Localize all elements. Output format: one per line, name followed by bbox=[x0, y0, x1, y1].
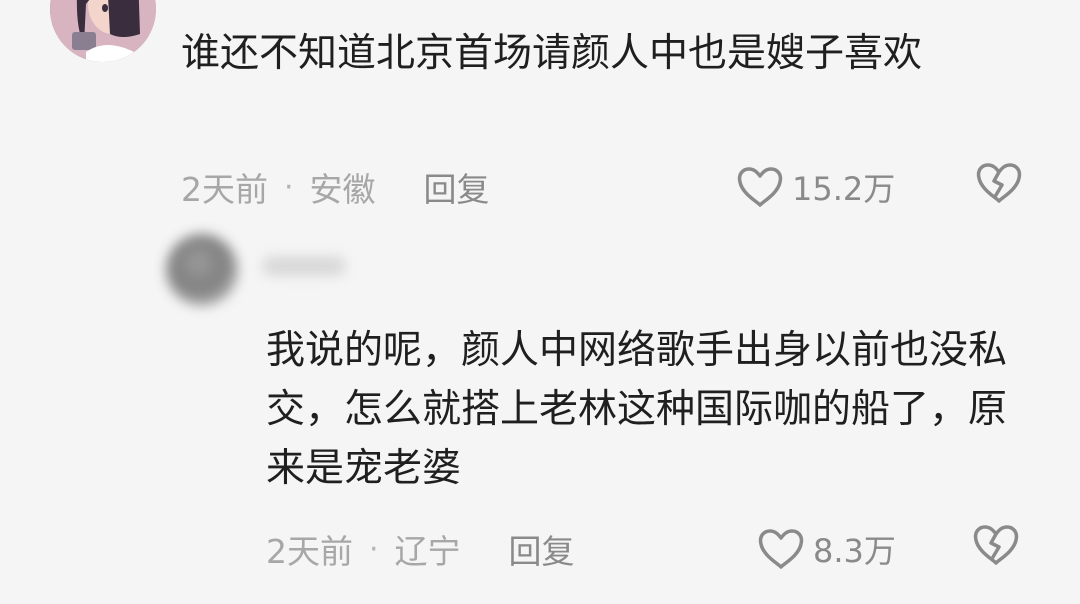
reply-text: 我说的呢，颜人中网络歌手出身以前也没私交，怎么就搭上老林这种国际咖的船了，原来是… bbox=[266, 328, 1008, 491]
reply-button[interactable]: 回复 bbox=[509, 525, 575, 573]
like-count: 15.2万 bbox=[792, 170, 896, 208]
comment-time: 2天前 bbox=[181, 170, 268, 209]
broken-heart-icon bbox=[973, 525, 1019, 565]
dislike-button[interactable] bbox=[973, 523, 1019, 575]
separator-dot: · bbox=[369, 531, 379, 567]
like-count: 8.3万 bbox=[813, 532, 896, 570]
like-button[interactable]: 15.2万 bbox=[736, 164, 895, 210]
reply-button[interactable]: 回复 bbox=[424, 163, 490, 211]
comment-text: 谁还不知道北京首场请颜人中也是嫂子喜欢 bbox=[181, 31, 923, 76]
avatar-illustration bbox=[50, 0, 156, 62]
broken-heart-icon bbox=[976, 163, 1022, 203]
reply-location: 辽宁 bbox=[394, 532, 461, 571]
reply-commenter-avatar[interactable] bbox=[166, 234, 238, 306]
heart-outline-icon bbox=[758, 529, 804, 569]
commenter-avatar[interactable] bbox=[50, 0, 156, 62]
separator-dot: · bbox=[284, 169, 294, 205]
comment-meta: 2天前 · 安徽 回复 15.2万 bbox=[181, 162, 1041, 212]
dislike-button[interactable] bbox=[976, 161, 1022, 213]
comment-location: 安徽 bbox=[309, 170, 376, 209]
reply-time: 2天前 bbox=[266, 532, 353, 571]
reply-commenter-name-blurred bbox=[262, 256, 346, 276]
heart-outline-icon bbox=[737, 167, 783, 207]
reply-meta: 2天前 · 辽宁 回复 8.3万 bbox=[266, 524, 1041, 574]
comment-time-location: 2天前 · 安徽 bbox=[181, 163, 376, 211]
like-button[interactable]: 8.3万 bbox=[757, 526, 896, 572]
reply-time-location: 2天前 · 辽宁 bbox=[266, 525, 461, 573]
